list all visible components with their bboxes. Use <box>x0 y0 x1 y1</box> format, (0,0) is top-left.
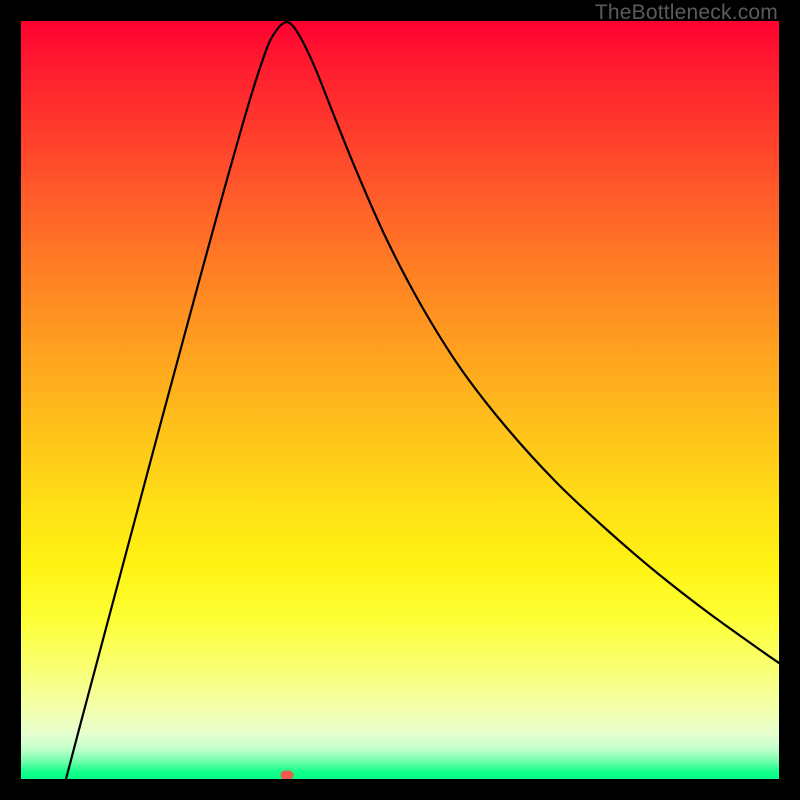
chart-frame: TheBottleneck.com <box>0 0 800 800</box>
plot-area <box>21 21 779 779</box>
bottleneck-curve <box>66 22 779 779</box>
curve-svg <box>21 21 779 779</box>
minimum-marker <box>281 771 294 780</box>
